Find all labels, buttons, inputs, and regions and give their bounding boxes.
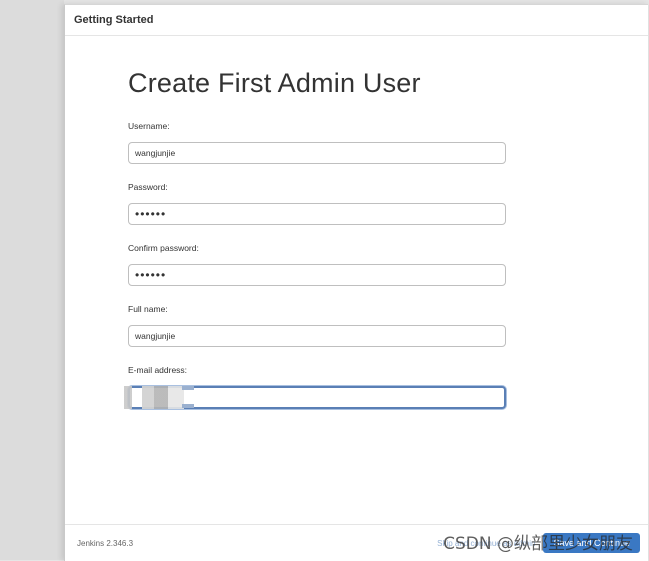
password-group: Password: •••••• <box>128 182 508 225</box>
confirm-password-label: Confirm password: <box>128 243 199 253</box>
footer-actions: Skip and continue as admin Save and Cont… <box>437 533 640 553</box>
background-panel <box>0 0 64 560</box>
full-name-group: Full name: wangjunjie <box>128 304 508 347</box>
dialog-title: Getting Started <box>74 14 154 26</box>
setup-dialog: Getting Started Create First Admin User … <box>64 4 648 561</box>
blur-bar <box>182 386 194 390</box>
email-input[interactable] <box>124 386 506 409</box>
full-name-input[interactable]: wangjunjie <box>128 325 506 347</box>
password-input[interactable]: •••••• <box>128 203 506 225</box>
save-continue-button[interactable]: Save and Continue <box>543 533 640 553</box>
admin-user-form: Create First Admin User Username: wangju… <box>124 65 508 427</box>
page-title: Create First Admin User <box>128 68 421 98</box>
confirm-password-group: Confirm password: •••••• <box>128 243 508 286</box>
email-label: E-mail address: <box>128 365 188 375</box>
redaction-blur <box>124 386 204 409</box>
username-group: Username: wangjunjie <box>128 121 508 164</box>
dialog-header: Getting Started <box>65 5 648 36</box>
skip-link[interactable]: Skip and continue as admin <box>437 539 535 548</box>
version-label: Jenkins 2.346.3 <box>77 538 134 548</box>
full-name-label: Full name: <box>128 304 168 314</box>
email-group: E-mail address: <box>124 365 508 409</box>
username-label: Username: <box>128 121 170 131</box>
username-input[interactable]: wangjunjie <box>128 142 506 164</box>
password-label: Password: <box>128 182 168 192</box>
blur-bar <box>182 404 194 408</box>
dialog-footer: Jenkins 2.346.3 Skip and continue as adm… <box>65 524 648 561</box>
confirm-password-input[interactable]: •••••• <box>128 264 506 286</box>
